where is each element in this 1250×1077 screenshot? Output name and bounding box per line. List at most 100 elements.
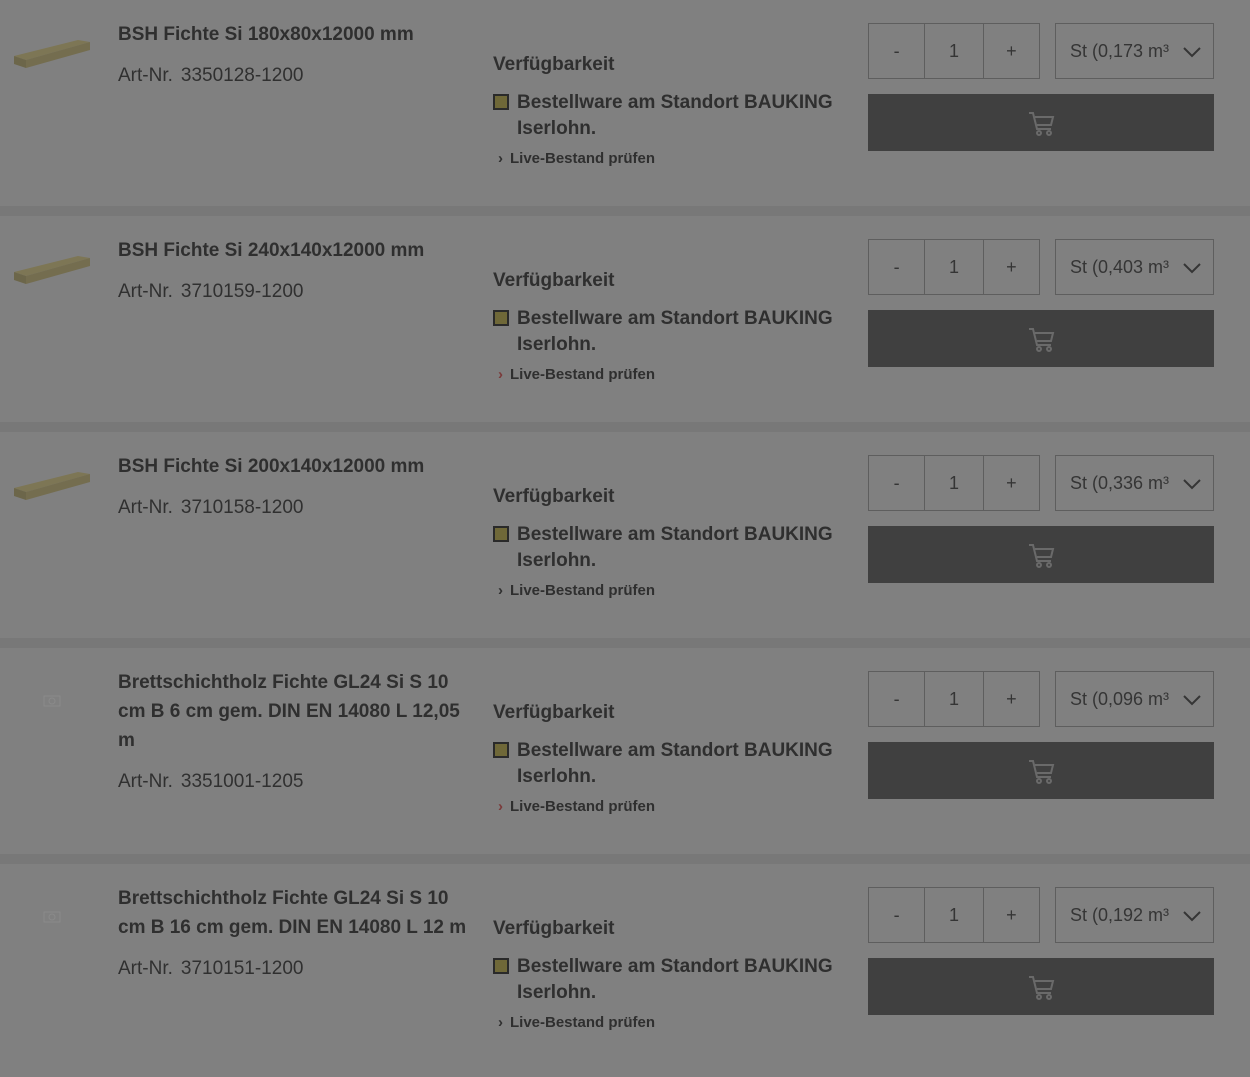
unit-select[interactable]: St (0,336 m³ [1055,455,1214,511]
add-to-cart-button[interactable] [868,958,1214,1015]
qty-input[interactable]: 1 [924,672,984,726]
add-to-cart-button[interactable] [868,742,1214,799]
qty-minus-button[interactable]: - [869,24,924,78]
stock-indicator-icon [493,310,509,326]
article-number: Art-Nr. 3710159-1200 [118,281,468,303]
availability-heading: Verfügbarkeit [493,702,615,723]
live-stock-link[interactable]: › Live-Bestand prüfen [498,366,843,383]
product-title[interactable]: Brettschichtholz Fichte GL24 Si S 10 cm … [118,668,468,755]
chevron-down-icon [1183,695,1201,706]
cart-icon [1029,327,1055,352]
cart-icon [1029,111,1055,136]
unit-select[interactable]: St (0,173 m³ [1055,23,1214,79]
add-to-cart-button[interactable] [868,526,1214,583]
product-info: BSH Fichte Si 240x140x12000 mm Art-Nr. 37… [118,236,468,303]
artnr-label: Art-Nr. [118,497,173,518]
availability-heading: Verfügbarkeit [493,270,615,291]
artnr-value: 3710159-1200 [180,281,304,302]
cart-icon [1029,975,1055,1000]
availability-block: Verfügbarkeit Bestellware am Standort BA… [493,54,843,167]
chevron-down-icon [1183,263,1201,274]
live-stock-label: Live-Bestand prüfen [510,150,656,167]
product-row: Brettschichtholz Fichte GL24 Si S 10 cm … [0,864,1250,1077]
product-row: BSH Fichte Si 240x140x12000 mm Art-Nr. 37… [0,216,1250,422]
live-stock-link[interactable]: › Live-Bestand prüfen [498,150,843,167]
product-list: BSH Fichte Si 180x80x12000 mm Art-Nr. 335… [0,0,1250,1077]
timber-beam-image[interactable] [12,28,92,72]
stock-status: Bestellware am Standort BAUKING Iserlohn… [493,90,843,142]
chevron-right-icon: › [498,582,503,599]
unit-select[interactable]: St (0,096 m³ [1055,671,1214,727]
qty-input[interactable]: 1 [924,24,984,78]
availability-heading: Verfügbarkeit [493,918,615,939]
product-row: BSH Fichte Si 200x140x12000 mm Art-Nr. 37… [0,432,1250,638]
availability-block: Verfügbarkeit Bestellware am Standort BA… [493,702,843,815]
unit-select-value: St (0,096 m³ [1070,688,1170,709]
unit-select-value: St (0,173 m³ [1070,40,1170,61]
availability-block: Verfügbarkeit Bestellware am Standort BA… [493,270,843,383]
stock-indicator-icon [493,94,509,110]
product-title[interactable]: BSH Fichte Si 200x140x12000 mm [118,452,468,481]
placeholder-image[interactable] [40,904,64,928]
artnr-value: 3351001-1205 [180,771,304,792]
qty-plus-button[interactable]: + [984,24,1039,78]
qty-plus-button[interactable]: + [984,672,1039,726]
stock-indicator-icon [493,526,509,542]
artnr-label: Art-Nr. [118,65,173,86]
chevron-right-icon: › [498,150,503,167]
live-stock-label: Live-Bestand prüfen [510,582,656,599]
product-info: Brettschichtholz Fichte GL24 Si S 10 cm … [118,668,468,793]
chevron-down-icon [1183,911,1201,922]
qty-plus-button[interactable]: + [984,240,1039,294]
live-stock-label: Live-Bestand prüfen [510,366,656,383]
stock-text: Bestellware am Standort BAUKING Iserlohn… [517,524,833,571]
live-stock-link[interactable]: › Live-Bestand prüfen [498,1014,843,1031]
stock-status: Bestellware am Standort BAUKING Iserlohn… [493,306,843,358]
chevron-right-icon: › [498,366,503,383]
quantity-stepper: - 1 + [868,671,1040,727]
qty-input[interactable]: 1 [924,456,984,510]
live-stock-link[interactable]: › Live-Bestand prüfen [498,582,843,599]
product-row: BSH Fichte Si 180x80x12000 mm Art-Nr. 335… [0,0,1250,206]
live-stock-label: Live-Bestand prüfen [510,798,656,815]
product-info: Brettschichtholz Fichte GL24 Si S 10 cm … [118,884,468,980]
row-divider [0,422,1250,432]
stock-status: Bestellware am Standort BAUKING Iserlohn… [493,522,843,574]
chevron-right-icon: › [498,1014,503,1031]
qty-minus-button[interactable]: - [869,672,924,726]
qty-plus-button[interactable]: + [984,456,1039,510]
product-info: BSH Fichte Si 180x80x12000 mm Art-Nr. 335… [118,20,468,87]
product-row: Brettschichtholz Fichte GL24 Si S 10 cm … [0,648,1250,854]
availability-heading: Verfügbarkeit [493,54,615,75]
placeholder-image[interactable] [40,688,64,712]
unit-select[interactable]: St (0,403 m³ [1055,239,1214,295]
add-to-cart-button[interactable] [868,310,1214,367]
quantity-stepper: - 1 + [868,23,1040,79]
product-title[interactable]: BSH Fichte Si 240x140x12000 mm [118,236,468,265]
add-to-cart-button[interactable] [868,94,1214,151]
cart-icon [1029,759,1055,784]
qty-input[interactable]: 1 [924,240,984,294]
timber-beam-image[interactable] [12,244,92,288]
qty-minus-button[interactable]: - [869,456,924,510]
qty-plus-button[interactable]: + [984,888,1039,942]
chevron-right-icon: › [498,798,503,815]
row-divider [0,854,1250,864]
live-stock-link[interactable]: › Live-Bestand prüfen [498,798,843,815]
qty-input[interactable]: 1 [924,888,984,942]
product-info: BSH Fichte Si 200x140x12000 mm Art-Nr. 37… [118,452,468,519]
unit-select[interactable]: St (0,192 m³ [1055,887,1214,943]
article-number: Art-Nr. 3350128-1200 [118,65,468,87]
timber-beam-image[interactable] [12,460,92,504]
qty-minus-button[interactable]: - [869,888,924,942]
product-title[interactable]: BSH Fichte Si 180x80x12000 mm [118,20,468,49]
product-title[interactable]: Brettschichtholz Fichte GL24 Si S 10 cm … [118,884,468,942]
qty-minus-button[interactable]: - [869,240,924,294]
artnr-value: 3710158-1200 [180,497,304,518]
stock-indicator-icon [493,958,509,974]
article-number: Art-Nr. 3710158-1200 [118,497,468,519]
availability-heading: Verfügbarkeit [493,486,615,507]
stock-status: Bestellware am Standort BAUKING Iserlohn… [493,954,843,1006]
chevron-down-icon [1183,47,1201,58]
article-number: Art-Nr. 3710151-1200 [118,958,468,980]
